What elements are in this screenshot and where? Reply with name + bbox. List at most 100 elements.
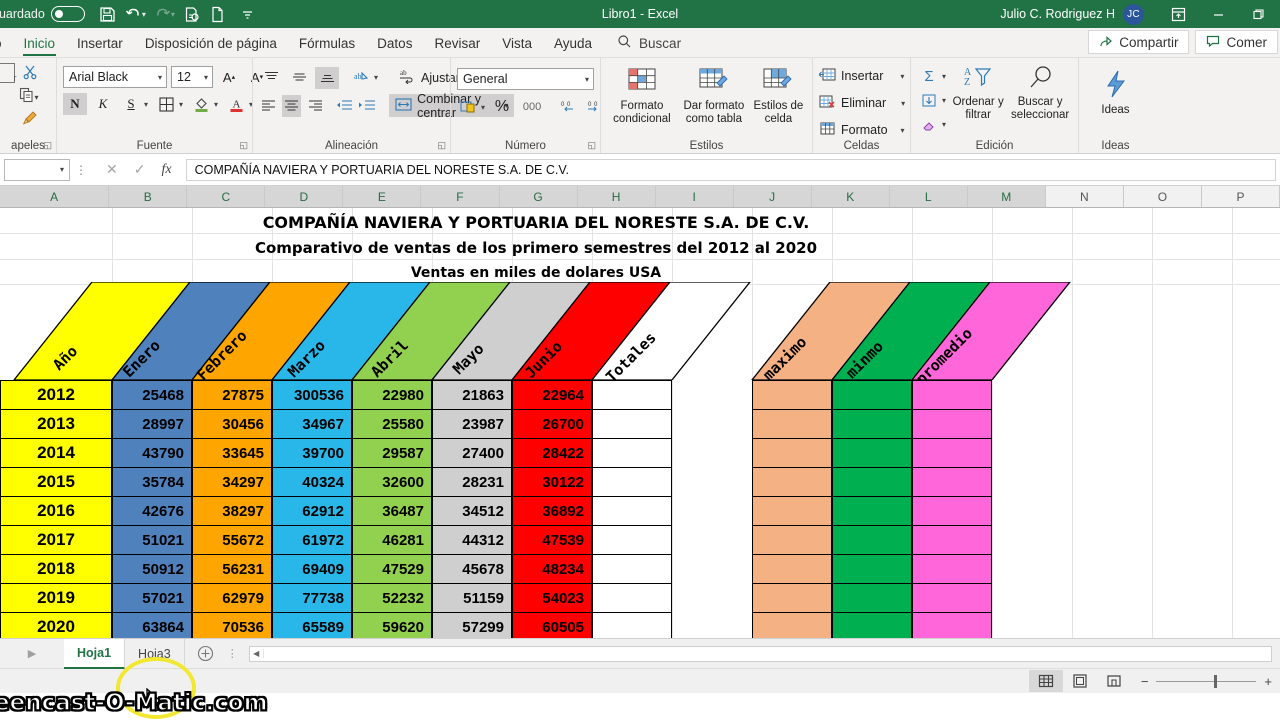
cell-totales[interactable] [592, 583, 672, 613]
tab-formulas[interactable]: Fórmulas [288, 33, 366, 57]
cell-minmo[interactable] [832, 380, 912, 410]
cell-month-value[interactable]: 27400 [432, 438, 512, 468]
cell-maximo[interactable] [752, 496, 832, 526]
comma-style-button[interactable]: 000 [517, 96, 547, 118]
cancel-edit-icon[interactable]: ✕ [106, 161, 118, 178]
print-preview-icon[interactable] [179, 1, 205, 27]
numero-dialog-launcher[interactable]: ◱ [587, 140, 596, 151]
cell-minmo[interactable] [832, 612, 912, 638]
cell-month-value[interactable]: 70536 [192, 612, 272, 638]
orientation-icon[interactable]: ab [349, 67, 373, 89]
cell-year[interactable]: 2014 [0, 438, 112, 468]
sort-filter-button[interactable]: AZ Ordenar y filtrar [950, 63, 1006, 123]
cell-promedio[interactable] [912, 554, 992, 584]
cell-minmo[interactable] [832, 525, 912, 555]
borders-icon[interactable] [154, 93, 178, 115]
align-center-icon[interactable] [282, 94, 302, 117]
cell-promedio[interactable] [912, 612, 992, 638]
cell-promedio[interactable] [912, 467, 992, 497]
cell-maximo[interactable] [752, 438, 832, 468]
fill-icon[interactable] [917, 89, 941, 111]
italic-button[interactable]: K [91, 93, 115, 115]
column-header-O[interactable]: O [1123, 186, 1202, 207]
fill-color-dropdown-caret[interactable]: ▾ [214, 100, 218, 109]
cell-totales[interactable] [592, 409, 672, 439]
save-icon[interactable] [95, 1, 121, 27]
cell-month-value[interactable]: 38297 [192, 496, 272, 526]
ribbon-display-options-icon[interactable] [1158, 0, 1198, 28]
delete-cells-button[interactable]: Eliminar ▾ [819, 91, 905, 115]
cell-month-value[interactable]: 36487 [352, 496, 432, 526]
cell-year[interactable]: 2013 [0, 409, 112, 439]
format-cells-button[interactable]: Formato ▾ [819, 118, 905, 142]
sheet-tab-hoja1[interactable]: Hoja1 [64, 638, 126, 669]
column-header-F[interactable]: F [421, 186, 500, 207]
conditional-format-button[interactable]: Formato condicional [607, 65, 677, 127]
cell-month-value[interactable]: 48234 [512, 554, 592, 584]
add-sheet-button[interactable] [185, 645, 227, 662]
tab-revisar[interactable]: Revisar [423, 33, 491, 57]
decrease-indent-icon[interactable] [335, 95, 354, 117]
find-select-button[interactable]: Buscar y seleccionar [1008, 63, 1072, 123]
page-break-view-button[interactable] [1097, 670, 1131, 692]
increase-indent-icon[interactable] [358, 95, 377, 117]
increase-decimal-icon[interactable]: 00 [554, 96, 578, 118]
cell-month-value[interactable]: 30456 [192, 409, 272, 439]
tab-ayuda[interactable]: Ayuda [543, 33, 603, 57]
cell-month-value[interactable]: 22964 [512, 380, 592, 410]
percent-style-button[interactable]: % [490, 96, 514, 118]
customize-quick-access-icon[interactable] [235, 1, 261, 27]
autosum-dropdown-caret[interactable]: ▾ [942, 72, 946, 81]
cell-month-value[interactable]: 54023 [512, 583, 592, 613]
sheet-tab-hoja3[interactable]: Hoja3 [125, 638, 185, 669]
column-header-L[interactable]: L [889, 186, 968, 207]
column-header-A[interactable]: A [0, 186, 110, 207]
borders-dropdown-caret[interactable]: ▾ [179, 100, 183, 109]
cell-month-value[interactable]: 25580 [352, 409, 432, 439]
underline-button[interactable]: S [119, 93, 143, 115]
cell-month-value[interactable]: 23987 [432, 409, 512, 439]
tab-inicio[interactable]: Inicio [13, 33, 67, 57]
fill-color-icon[interactable] [189, 93, 213, 115]
cell-year[interactable]: 2016 [0, 496, 112, 526]
cell-minmo[interactable] [832, 496, 912, 526]
cell-year[interactable]: 2012 [0, 380, 112, 410]
formula-input[interactable]: COMPAÑÍA NAVIERA Y PORTUARIA DEL NORESTE… [185, 158, 1276, 181]
cell-year[interactable]: 2018 [0, 554, 112, 584]
cell-month-value[interactable]: 21863 [432, 380, 512, 410]
zoom-in-button[interactable]: + [1264, 674, 1272, 689]
cell-month-value[interactable]: 59620 [352, 612, 432, 638]
cell-month-value[interactable]: 22980 [352, 380, 432, 410]
cell-month-value[interactable]: 61972 [272, 525, 352, 555]
underline-dropdown-caret[interactable]: ▾ [144, 100, 148, 109]
cell-month-value[interactable]: 39700 [272, 438, 352, 468]
confirm-edit-icon[interactable]: ✓ [134, 161, 146, 178]
cell-month-value[interactable]: 29587 [352, 438, 432, 468]
cell-month-value[interactable]: 62979 [192, 583, 272, 613]
column-header-P[interactable]: P [1201, 186, 1280, 207]
clear-icon[interactable] [917, 113, 941, 135]
search-box[interactable]: Buscar [617, 34, 681, 57]
restore-button[interactable] [1238, 0, 1278, 28]
column-header-H[interactable]: H [577, 186, 656, 207]
cell-minmo[interactable] [832, 438, 912, 468]
tab-archivo[interactable]: o [0, 33, 13, 57]
cell-month-value[interactable]: 28997 [112, 409, 192, 439]
minimize-button[interactable] [1198, 0, 1238, 28]
share-button[interactable]: Compartir [1088, 30, 1190, 54]
format-dropdown-caret[interactable]: ▾ [901, 126, 905, 135]
cell-styles-button[interactable]: Estilos de celdа [751, 65, 806, 127]
column-header-J[interactable]: J [733, 186, 812, 207]
cell-month-value[interactable]: 62912 [272, 496, 352, 526]
cell-month-value[interactable]: 27875 [192, 380, 272, 410]
column-header-C[interactable]: C [187, 186, 266, 207]
cell-month-value[interactable]: 28231 [432, 467, 512, 497]
cell-month-value[interactable]: 77738 [272, 583, 352, 613]
cell-month-value[interactable]: 32600 [352, 467, 432, 497]
orientation-dropdown-caret[interactable]: ▾ [374, 73, 378, 82]
delete-dropdown-caret[interactable]: ▾ [901, 99, 905, 108]
cell-month-value[interactable]: 34967 [272, 409, 352, 439]
cell-year[interactable]: 2019 [0, 583, 112, 613]
comments-button[interactable]: Comer [1195, 30, 1278, 54]
column-header-D[interactable]: D [265, 186, 344, 207]
